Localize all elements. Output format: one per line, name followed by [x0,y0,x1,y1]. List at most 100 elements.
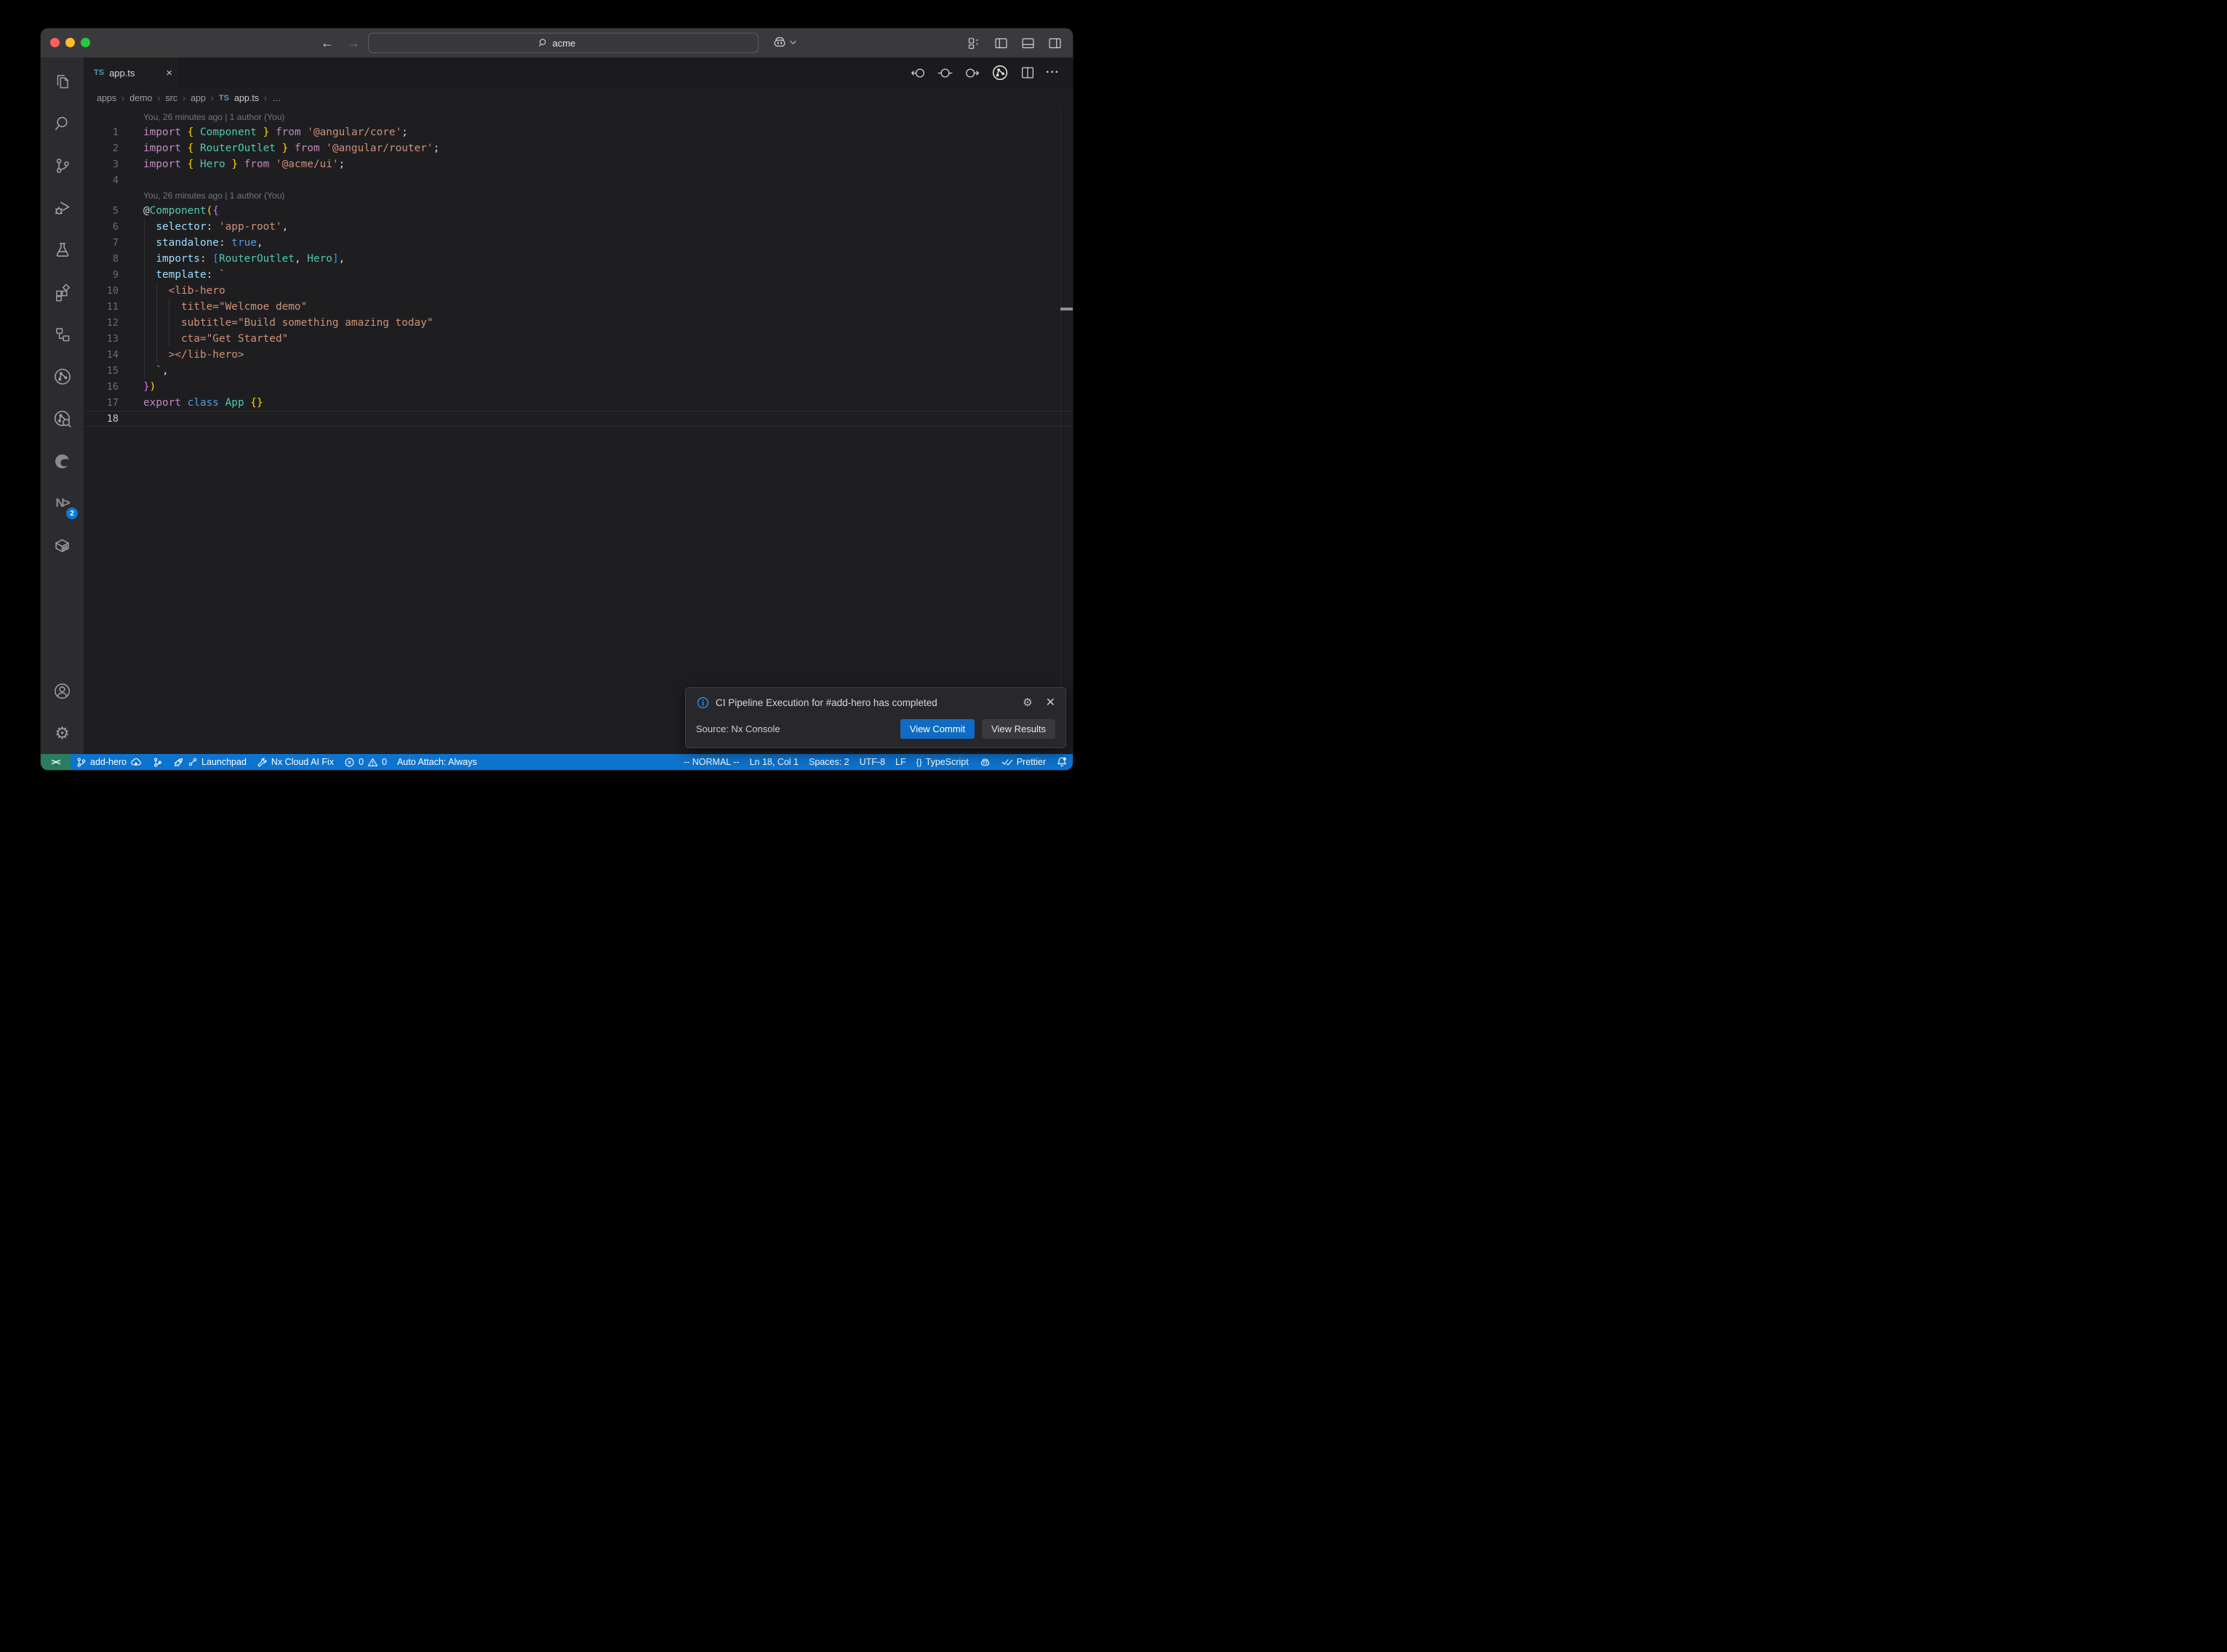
line-number[interactable]: 12 [84,315,143,331]
toggle-primary-sidebar-icon[interactable] [993,36,1009,51]
prettier-item[interactable]: Prettier [996,754,1051,770]
line-number[interactable]: 2 [84,140,143,156]
maximize-window-button[interactable] [81,38,90,47]
code-line[interactable]: 10 <lib-hero [84,283,1073,299]
previous-change-icon[interactable] [910,65,927,81]
split-editor-icon[interactable] [1020,65,1036,81]
git-branch-item[interactable]: add-hero [71,754,147,770]
line-number[interactable]: 11 [84,299,143,315]
sidebar-item-run-debug[interactable] [41,187,84,229]
code-line[interactable]: 11 title="Welcmoe demo" [84,299,1073,315]
sidebar-item-search[interactable] [41,103,84,145]
line-number[interactable]: 18 [84,412,143,426]
line-number[interactable]: 14 [84,347,143,363]
breadcrumb-item[interactable]: src [165,93,177,103]
line-number[interactable]: 1 [84,124,143,140]
close-window-button[interactable] [50,38,60,47]
more-actions-icon[interactable]: ··· [1046,66,1060,79]
sidebar-item-nx-graph-search[interactable] [41,398,84,440]
sidebar-item-extensions[interactable] [41,271,84,313]
copilot-menu[interactable] [772,34,796,50]
code-line[interactable]: 17export class App {} [84,395,1073,411]
remote-indicator[interactable]: >< [41,754,71,770]
blame-annotation[interactable]: You, 26 minutes ago | 1 author (You) [84,110,1073,124]
sidebar-item-account[interactable] [41,670,84,712]
breadcrumb-item[interactable]: app [191,93,206,103]
line-number[interactable]: 15 [84,363,143,379]
line-number[interactable]: 6 [84,219,143,235]
code-line[interactable]: 3import { Hero } from '@acme/ui'; [84,156,1073,172]
tab-app-ts[interactable]: TS app.ts × [84,57,180,88]
line-number[interactable]: 16 [84,379,143,395]
sidebar-item-testing[interactable] [41,229,84,271]
code-line[interactable]: 15 `, [84,363,1073,379]
sidebar-item-nx-console[interactable]: N> 2 [41,482,84,524]
auto-attach-item[interactable]: Auto Attach: Always [392,754,482,770]
cursor-position-item[interactable]: Ln 18, Col 1 [745,754,804,770]
sidebar-item-nx-graph[interactable] [41,356,84,398]
code-line[interactable]: 9 template: ` [84,267,1073,283]
nx-graph-icon[interactable] [991,63,1009,82]
line-number[interactable]: 13 [84,331,143,347]
code-line[interactable]: 13 cta="Get Started" [84,331,1073,347]
breadcrumb-symbol[interactable]: … [272,93,281,103]
code-editor[interactable]: You, 26 minutes ago | 1 author (You)1imp… [84,108,1073,754]
line-number[interactable]: 10 [84,283,143,299]
nx-cloud-item[interactable]: Nx Cloud AI Fix [252,754,339,770]
line-number[interactable]: 8 [84,251,143,267]
line-number[interactable]: 9 [84,267,143,283]
navigate-back-icon[interactable]: ← [321,36,334,49]
code-line[interactable]: 5@Component({ [84,203,1073,219]
code-line[interactable]: 8 imports: [RouterOutlet, Hero], [84,251,1073,267]
line-number[interactable]: 3 [84,156,143,172]
notification-close-icon[interactable]: ✕ [1046,695,1055,710]
breadcrumb-item[interactable]: demo [129,93,152,103]
line-number[interactable]: 5 [84,203,143,219]
editor-scrollbar[interactable] [1060,108,1073,754]
launchpad-item[interactable]: Launchpad [168,754,252,770]
indentation-item[interactable]: Spaces: 2 [804,754,855,770]
command-center-search[interactable] [368,33,759,53]
next-change-icon[interactable] [964,65,980,81]
code-line[interactable]: 18 [84,411,1073,427]
sidebar-item-containers[interactable] [41,524,84,566]
code-line[interactable]: 1import { Component } from '@angular/cor… [84,124,1073,140]
code-line[interactable]: 4 [84,172,1073,188]
view-commit-button[interactable]: View Commit [900,719,975,739]
code-line[interactable]: 7 standalone: true, [84,235,1073,251]
code-line[interactable]: 6 selector: 'app-root', [84,219,1073,235]
line-number[interactable]: 7 [84,235,143,251]
sidebar-item-settings[interactable]: ⚙ [41,712,84,754]
toggle-secondary-sidebar-icon[interactable] [1047,36,1063,51]
encoding-item[interactable]: UTF-8 [855,754,890,770]
code-line[interactable]: 16}) [84,379,1073,395]
customize-layout-icon[interactable] [967,36,982,51]
minimize-window-button[interactable] [65,38,75,47]
search-input[interactable] [553,38,589,49]
toggle-panel-icon[interactable] [1020,36,1036,51]
line-number[interactable]: 17 [84,395,143,411]
sidebar-item-edge-tools[interactable] [41,440,84,482]
language-mode-item[interactable]: {} TypeScript [911,754,974,770]
code-line[interactable]: 2import { RouterOutlet } from '@angular/… [84,140,1073,156]
line-number[interactable]: 4 [84,172,143,188]
current-change-icon[interactable] [937,65,953,81]
code-line[interactable]: 12 subtitle="Build something amazing tod… [84,315,1073,331]
navigate-forward-icon[interactable]: → [347,36,360,49]
eol-item[interactable]: LF [890,754,911,770]
blame-annotation[interactable]: You, 26 minutes ago | 1 author (You) [84,188,1073,203]
copilot-status-item[interactable] [974,754,996,770]
tab-close-icon[interactable]: × [166,67,172,79]
breadcrumb-file[interactable]: app.ts [234,93,259,103]
vim-mode-item[interactable]: -- NORMAL -- [679,754,745,770]
notification-settings-icon[interactable]: ⚙ [1023,696,1032,709]
breadcrumb-item[interactable]: apps [97,93,116,103]
sidebar-item-explorer[interactable] [41,60,84,103]
sidebar-item-source-control[interactable] [41,145,84,187]
problems-item[interactable]: 0 0 [339,754,392,770]
sidebar-item-hierarchy[interactable] [41,313,84,356]
notifications-bell-item[interactable] [1051,754,1073,770]
view-results-button[interactable]: View Results [982,719,1055,739]
commit-graph-item[interactable] [147,754,168,770]
code-line[interactable]: 14 ></lib-hero> [84,347,1073,363]
